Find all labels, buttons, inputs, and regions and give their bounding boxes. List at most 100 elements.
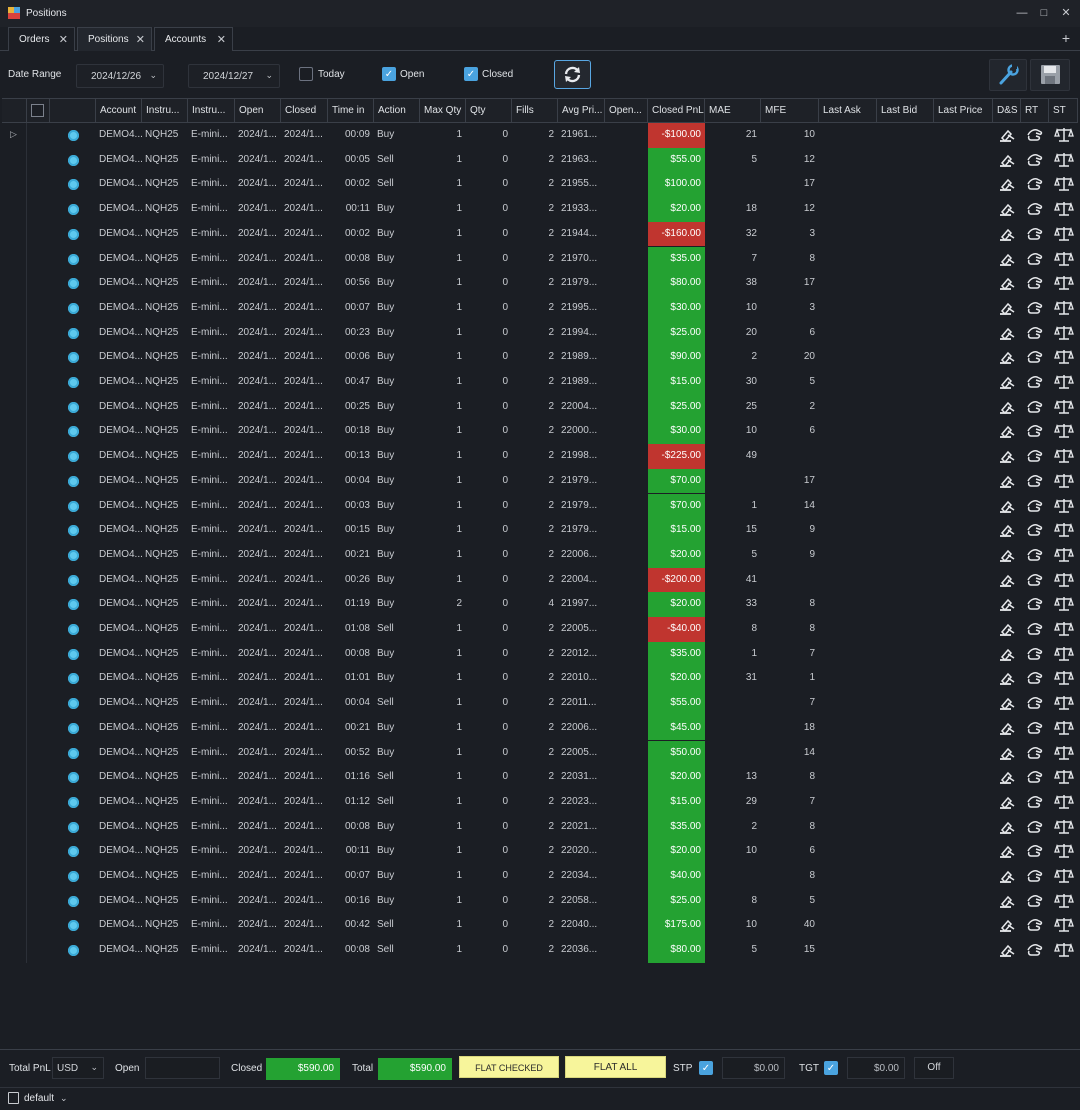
header-last-bid[interactable]: Last Bid [877, 99, 934, 123]
scale-icon[interactable] [1054, 200, 1074, 218]
hand-icon[interactable] [1025, 571, 1045, 589]
hand-icon[interactable] [1025, 694, 1045, 712]
gavel-icon[interactable] [997, 274, 1017, 292]
settings-button[interactable] [989, 59, 1027, 91]
hand-icon[interactable] [1025, 867, 1045, 885]
scale-icon[interactable] [1054, 620, 1074, 638]
table-row[interactable]: DEMO4... NQH25 E-mini... 2024/1... 2024/1...… [2, 444, 1078, 469]
gavel-icon[interactable] [997, 595, 1017, 613]
table-row[interactable]: DEMO4... NQH25 E-mini... 2024/1... 2024/1...… [2, 271, 1078, 296]
gavel-icon[interactable] [997, 916, 1017, 934]
scale-icon[interactable] [1054, 348, 1074, 366]
select-all-checkbox[interactable] [31, 104, 44, 117]
table-row[interactable]: DEMO4... NQH25 E-mini... 2024/1... 2024/1...… [2, 419, 1078, 445]
flat-all-button[interactable]: FLAT ALL [565, 1056, 666, 1078]
tab-accounts[interactable]: Accounts ✕ [154, 27, 233, 51]
open-checkbox[interactable]: ✓ [382, 67, 396, 81]
scale-icon[interactable] [1054, 324, 1074, 342]
closed-checkbox[interactable]: ✓ [464, 67, 478, 81]
table-row[interactable]: DEMO4... NQH25 E-mini... 2024/1... 2024/1...… [2, 740, 1078, 766]
hand-icon[interactable] [1025, 151, 1045, 169]
scale-icon[interactable] [1054, 546, 1074, 564]
header-last-ask[interactable]: Last Ask [819, 99, 877, 123]
gavel-icon[interactable] [997, 669, 1017, 687]
stp-checkbox[interactable]: ✓ [699, 1061, 713, 1075]
header-closed[interactable]: Closed [281, 99, 328, 123]
gavel-icon[interactable] [997, 422, 1017, 440]
gavel-icon[interactable] [997, 719, 1017, 737]
hand-icon[interactable] [1025, 250, 1045, 268]
hand-icon[interactable] [1025, 892, 1045, 910]
save-button[interactable] [1030, 59, 1070, 91]
table-row[interactable]: DEMO4... NQH25 E-mini... 2024/1... 2024/1...… [2, 617, 1078, 642]
table-row[interactable]: DEMO4... NQH25 E-mini... 2024/1... 2024/1...… [2, 518, 1078, 543]
scale-icon[interactable] [1054, 842, 1074, 860]
flat-checked-button[interactable]: FLAT CHECKED [459, 1056, 559, 1078]
gavel-icon[interactable] [997, 842, 1017, 860]
header-open-pnl[interactable]: Open... [605, 99, 648, 123]
hand-icon[interactable] [1025, 546, 1045, 564]
scale-icon[interactable] [1054, 497, 1074, 515]
hand-icon[interactable] [1025, 768, 1045, 786]
gavel-icon[interactable] [997, 497, 1017, 515]
header-rt[interactable]: RT [1021, 99, 1049, 123]
header-closed-pnl[interactable]: Closed PnL [648, 99, 705, 123]
scale-icon[interactable] [1054, 694, 1074, 712]
scale-icon[interactable] [1054, 768, 1074, 786]
scale-icon[interactable] [1054, 422, 1074, 440]
gavel-icon[interactable] [997, 447, 1017, 465]
hand-icon[interactable] [1025, 669, 1045, 687]
scale-icon[interactable] [1054, 818, 1074, 836]
table-row[interactable]: DEMO4... NQH25 E-mini... 2024/1... 2024/1...… [2, 394, 1078, 420]
chevron-down-icon[interactable]: ⌄ [60, 1093, 68, 1104]
workspace-name[interactable]: default [24, 1093, 54, 1104]
scale-icon[interactable] [1054, 447, 1074, 465]
table-row[interactable]: DEMO4... NQH25 E-mini... 2024/1... 2024/1...… [2, 691, 1078, 716]
table-row[interactable]: DEMO4... NQH25 E-mini... 2024/1... 2024/1...… [2, 320, 1078, 346]
gavel-icon[interactable] [997, 348, 1017, 366]
scale-icon[interactable] [1054, 398, 1074, 416]
hand-icon[interactable] [1025, 916, 1045, 934]
add-tab-icon[interactable]: + [1062, 30, 1070, 46]
hand-icon[interactable] [1025, 793, 1045, 811]
table-row[interactable]: DEMO4... NQH25 E-mini... 2024/1... 2024/1...… [2, 641, 1078, 667]
table-row[interactable]: DEMO4... NQH25 E-mini... 2024/1... 2024/1...… [2, 172, 1078, 198]
gavel-icon[interactable] [997, 175, 1017, 193]
scale-icon[interactable] [1054, 274, 1074, 292]
hand-icon[interactable] [1025, 497, 1045, 515]
hand-icon[interactable] [1025, 126, 1045, 144]
hand-icon[interactable] [1025, 324, 1045, 342]
gavel-icon[interactable] [997, 299, 1017, 317]
gavel-icon[interactable] [997, 324, 1017, 342]
gavel-icon[interactable] [997, 892, 1017, 910]
table-row[interactable]: DEMO4... NQH25 E-mini... 2024/1... 2024/1...… [2, 246, 1078, 272]
scale-icon[interactable] [1054, 299, 1074, 317]
hand-icon[interactable] [1025, 744, 1045, 762]
today-checkbox[interactable] [299, 67, 313, 81]
maximize-icon[interactable]: □ [1036, 5, 1052, 21]
gavel-icon[interactable] [997, 818, 1017, 836]
stp-input[interactable]: $0.00 [722, 1057, 785, 1079]
header-qty[interactable]: Qty [466, 99, 512, 123]
currency-select[interactable]: USD ⌄ [52, 1057, 104, 1079]
hand-icon[interactable] [1025, 200, 1045, 218]
date-to-picker[interactable]: 2024/12/27 ⌄ [188, 64, 280, 88]
header-ds[interactable]: D&S [993, 99, 1021, 123]
gavel-icon[interactable] [997, 620, 1017, 638]
table-row[interactable]: DEMO4... NQH25 E-mini... 2024/1... 2024/1...… [2, 345, 1078, 370]
table-row[interactable]: DEMO4... NQH25 E-mini... 2024/1... 2024/1...… [2, 493, 1078, 519]
scale-icon[interactable] [1054, 916, 1074, 934]
hand-icon[interactable] [1025, 422, 1045, 440]
table-row[interactable]: DEMO4... NQH25 E-mini... 2024/1... 2024/1...… [2, 789, 1078, 815]
table-row[interactable]: DEMO4... NQH25 E-mini... 2024/1... 2024/1...… [2, 147, 1078, 173]
hand-icon[interactable] [1025, 274, 1045, 292]
header-fills[interactable]: Fills [512, 99, 558, 123]
table-row[interactable]: DEMO4... NQH25 E-mini... 2024/1... 2024/1...… [2, 197, 1078, 222]
header-mfe[interactable]: MFE [761, 99, 819, 123]
hand-icon[interactable] [1025, 941, 1045, 959]
header-mae[interactable]: MAE [705, 99, 761, 123]
header-avg-price[interactable]: Avg Pri... [558, 99, 605, 123]
scale-icon[interactable] [1054, 744, 1074, 762]
tab-orders[interactable]: Orders ✕ [8, 27, 75, 51]
hand-icon[interactable] [1025, 521, 1045, 539]
